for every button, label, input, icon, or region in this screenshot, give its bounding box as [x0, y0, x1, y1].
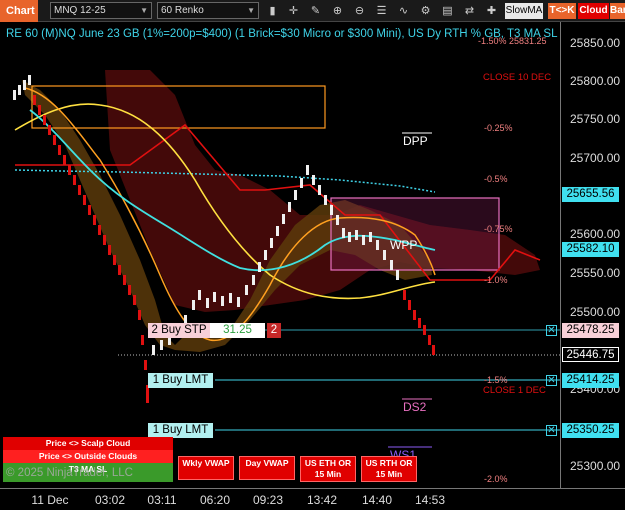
price-tick: 25600.00	[570, 227, 621, 241]
cyan-ma-price-badge: 25655.56	[562, 187, 619, 202]
crosshair-icon[interactable]: ✛	[285, 3, 302, 19]
us-rth-or-button[interactable]: US RTH OR 15 Min	[361, 456, 417, 482]
price-tick: 25750.00	[570, 112, 621, 126]
pencil-icon[interactable]: ✎	[307, 3, 324, 19]
outside-clouds-button[interactable]: Price <> Outside Clouds	[3, 450, 173, 463]
buy-limit-2-price-badge: 25350.25	[562, 423, 619, 438]
time-tick: 06:20	[199, 493, 231, 507]
buy-stop-order-label[interactable]: 2 Buy STP	[148, 323, 210, 338]
price-tick: 25700.00	[570, 151, 621, 165]
drawing-tools-icon[interactable]: ✚	[483, 3, 500, 19]
bar-type-selector[interactable]: 60 Renko ▼	[157, 2, 259, 19]
chart-tab[interactable]: Chart	[0, 0, 38, 22]
time-tick: 09:23	[252, 493, 284, 507]
pct-label-20: -2.0%	[484, 474, 508, 484]
properties-icon[interactable]: ☰	[373, 3, 390, 19]
time-tick: 03:11	[147, 493, 177, 507]
pct-label-10: -1.0%	[484, 275, 508, 285]
price-tick: 25500.00	[570, 305, 621, 319]
outside-cloud	[105, 70, 540, 312]
buy-stop-price-badge: 25478.25	[562, 323, 619, 338]
indicators-icon[interactable]: ∿	[395, 3, 412, 19]
time-tick: 03:02	[94, 493, 126, 507]
buy-stop-order-qty[interactable]: 2	[267, 323, 281, 338]
price-tick: 25550.00	[570, 266, 621, 280]
price-tick: 25300.00	[570, 459, 621, 473]
strategies-icon[interactable]: ⚙	[417, 3, 434, 19]
cancel-order-icon[interactable]: ✕	[546, 325, 557, 336]
wkly-vwap-button[interactable]: Wkly VWAP	[178, 456, 234, 480]
cancel-order-icon[interactable]: ✕	[546, 375, 557, 386]
bar-button[interactable]: Bar	[610, 3, 625, 19]
buy-limit-1-price-badge: 25414.25	[562, 373, 619, 388]
price-tick: 25850.00	[570, 36, 621, 50]
time-tick: 14:40	[361, 493, 393, 507]
price-tick: 25800.00	[570, 74, 621, 88]
instrument-value: MNQ 12-25	[54, 5, 106, 16]
pct-label-05: -0.5%	[484, 174, 508, 184]
scalp-cloud-button[interactable]: Price <> Scalp Cloud	[3, 437, 173, 450]
cyan-ma-price-badge: 25582.10	[562, 242, 619, 257]
copyright-label: © 2025 NinjaTrader, LLC	[6, 467, 133, 479]
indicator-select[interactable]: SlowMA	[505, 3, 543, 19]
chart-style-icon[interactable]: ▮	[264, 3, 281, 19]
us-eth-or-button[interactable]: US ETH OR 15 Min	[300, 456, 356, 482]
buy-limit-order-2-label[interactable]: 1 Buy LMT	[148, 423, 213, 438]
pct-label-15: -1.5%	[484, 375, 508, 385]
pct-label-075: -0.75%	[484, 224, 513, 234]
chevron-down-icon: ▼	[247, 6, 255, 15]
close-1-dec-label: CLOSE 1 DEC	[483, 385, 546, 396]
buy-limit-order-1-label[interactable]: 1 Buy LMT	[148, 373, 213, 388]
pct-label-top: -1.50% 25831.25	[478, 36, 547, 46]
close-10-dec-label: CLOSE 10 DEC	[483, 72, 552, 83]
dpp-label: DPP	[403, 134, 428, 148]
zoom-out-icon[interactable]: ⊖	[351, 3, 368, 19]
time-tick: 14:53	[414, 493, 446, 507]
instrument-selector[interactable]: MNQ 12-25 ▼	[50, 2, 152, 19]
chevron-down-icon: ▼	[140, 6, 148, 15]
time-axis[interactable]: 11 Dec 03:02 03:11 06:20 09:23 13:42 14:…	[0, 488, 625, 510]
bar-type-value: 60 Renko	[161, 5, 204, 16]
time-tick: 11 Dec	[31, 493, 69, 507]
buy-stop-order-price[interactable]: 31.25	[210, 323, 265, 338]
zoom-icon[interactable]: ⊕	[329, 3, 346, 19]
time-tick: 13:42	[306, 493, 338, 507]
ds2-label: DS2	[403, 400, 427, 414]
day-vwap-button[interactable]: Day VWAP	[239, 456, 295, 480]
cloud-button[interactable]: Cloud	[578, 3, 609, 19]
pct-label-025: -0.25%	[484, 123, 513, 133]
chart-plot-area[interactable]	[0, 22, 560, 488]
sync-icon[interactable]: ⇄	[461, 3, 478, 19]
wpp-label: WPP	[390, 238, 418, 252]
cancel-order-icon[interactable]: ✕	[546, 425, 557, 436]
last-price-badge: 25446.75	[562, 347, 619, 362]
toolbar: Chart MNQ 12-25 ▼ 60 Renko ▼ ▮ ✛ ✎ ⊕ ⊖ ☰…	[0, 0, 625, 22]
templates-icon[interactable]: ▤	[439, 3, 456, 19]
chart-drawing	[13, 70, 560, 448]
tick-toggle-button[interactable]: T<>K	[548, 3, 576, 19]
